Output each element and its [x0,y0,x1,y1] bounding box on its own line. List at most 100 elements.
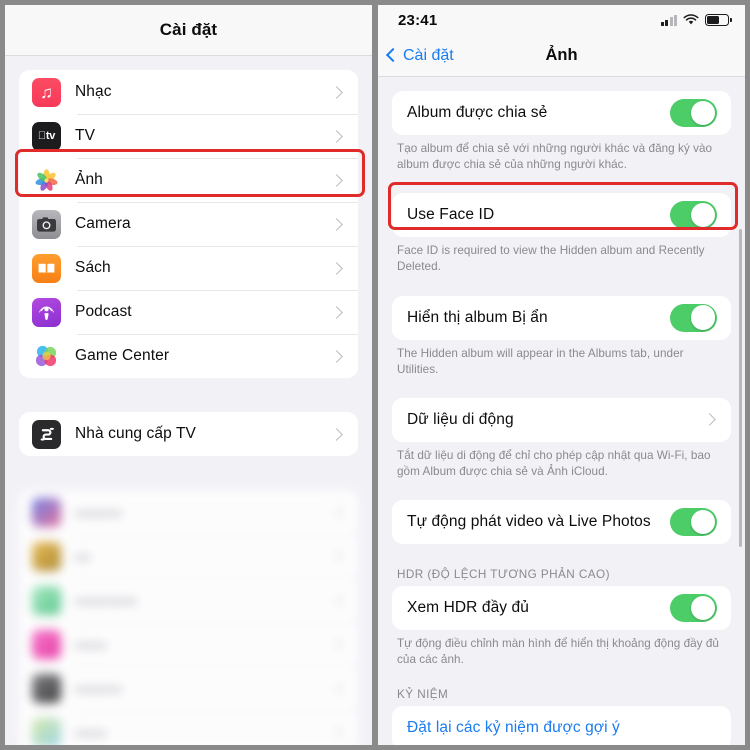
toggle-use-face-id[interactable] [670,201,717,230]
footnote-face-id: Face ID is required to view the Hidden a… [397,244,705,274]
list-item-label: ▬ [75,547,91,564]
settings-group-apps: ♫ Nhạc tv TV [19,70,358,378]
list-item-label: ▬▬▬ [75,679,122,696]
sidebar-item-label: Camera [75,215,131,232]
blurred-app-icon-2 [32,541,61,571]
photos-settings-scroll[interactable]: 23:41 Cài đặt Ảnh Album được chia sẻ Tạo… [378,5,745,745]
photos-settings-panel: 23:41 Cài đặt Ảnh Album được chia sẻ Tạo… [375,0,750,750]
footnote-shared-albums: Tạo album để chia sẻ với những người khá… [397,142,713,172]
card-mobile-data: Dữ liệu di động [392,397,731,442]
sidebar-item-game-center[interactable]: Game Center [19,334,358,378]
blurred-app-icon-4 [32,629,61,659]
books-icon [32,253,61,283]
sidebar-item-camera[interactable]: Camera [19,202,358,246]
wifi-icon [683,14,699,25]
list-item-label: ▬▬▬ [75,503,122,520]
row-reset-suggested-memories[interactable]: Đặt lại các kỷ niệm được gợi ý [392,706,731,745]
list-item[interactable]: ▬▬▬ [19,490,358,534]
toggle-knob [690,202,716,228]
settings-group-blurred[interactable]: ▬▬▬ ▬ ▬▬▬▬ ▬▬ ▬▬▬ ▬▬ [19,490,358,745]
blurred-app-icon-3 [32,585,61,615]
row-shared-albums[interactable]: Album được chia sẻ [392,91,731,135]
sidebar-item-books[interactable]: Sách [19,246,358,290]
sidebar-item-tv[interactable]: tv TV [19,114,358,158]
podcasts-icon [32,297,61,327]
section-header-hdr: HDR (ĐỘ LỆCH TƯƠNG PHẢN CAO) [397,568,610,582]
blurred-app-icon-6 [32,717,61,745]
row-mobile-data[interactable]: Dữ liệu di động [392,397,731,442]
sidebar-item-photos[interactable]: Ảnh [19,158,358,202]
row-view-full-hdr[interactable]: Xem HDR đầy đủ [392,586,731,631]
settings-list-scroll[interactable]: Cài đặt ♫ Nhạc tv TV [5,5,372,745]
footnote-mobile-data: Tắt dữ liệu di động để chỉ cho phép cập … [397,448,711,478]
row-label: Dữ liệu di động [407,410,514,428]
toggle-shared-albums[interactable] [670,99,717,127]
row-autoplay-video-live-photos[interactable]: Tự động phát video và Live Photos [392,500,731,545]
tv-provider-icon [32,419,61,449]
list-item-label: ▬▬ [75,635,107,652]
row-label: Đặt lại các kỷ niệm được gợi ý [407,719,620,737]
section-header-memories: KỶ NIỆM [397,688,449,702]
settings-content: Album được chia sẻ Tạo album để chia sẻ … [378,77,745,745]
sidebar-item-podcast[interactable]: Podcast [19,290,358,334]
row-label: Hiển thị album Bị ẩn [407,308,548,326]
chevron-right-icon [330,505,343,519]
status-indicators [660,14,732,26]
sidebar-item-tv-provider[interactable]: Nhà cung cấp TV [19,412,358,456]
chevron-right-icon [330,173,343,187]
card-face-id: Use Face ID [392,193,731,238]
toggle-knob [690,305,716,330]
music-icon: ♫ [32,77,61,107]
settings-group-tv-provider: Nhà cung cấp TV [19,412,358,456]
sidebar-item-label: Ảnh [75,171,103,188]
list-item[interactable]: ▬▬▬ [19,666,358,710]
sidebar-item-label: Nhà cung cấp TV [75,425,196,442]
chevron-right-icon [330,593,343,607]
chevron-right-icon [330,681,343,695]
toggle-knob [690,509,716,535]
toggle-view-full-hdr[interactable] [670,594,717,623]
game-center-icon [32,341,61,371]
chevron-right-icon [330,85,343,99]
toggle-show-hidden-album[interactable] [670,303,717,332]
photos-icon [32,165,61,195]
card-hdr: Xem HDR đầy đủ [392,586,731,631]
status-bar: 23:41 [378,5,745,35]
card-shared-albums: Album được chia sẻ [392,91,731,135]
chevron-right-icon [330,261,343,275]
footnote-hidden-album: The Hidden album will appear in the Albu… [397,346,684,376]
list-item[interactable]: ▬▬ [19,710,358,745]
sidebar-item-music[interactable]: ♫ Nhạc [19,70,358,114]
list-item[interactable]: ▬▬ [19,622,358,666]
settings-list-panel: Cài đặt ♫ Nhạc tv TV [0,0,375,750]
row-label: Album được chia sẻ [407,104,548,121]
chevron-right-icon [330,637,343,651]
sidebar-item-label: Sách [75,259,111,276]
card-autoplay: Tự động phát video và Live Photos [392,500,731,545]
chevron-right-icon [330,349,343,363]
toggle-knob [690,595,716,621]
footnote-hdr: Tự động điều chỉnh màn hình để hiển thị … [397,637,719,667]
list-item-label: ▬▬▬▬ [75,591,138,608]
chevron-right-icon [330,217,343,231]
row-label: Use Face ID [407,206,495,224]
photos-nav-bar: Cài đặt Ảnh [378,35,745,77]
row-use-face-id[interactable]: Use Face ID [392,193,731,238]
blurred-app-icon-1 [32,497,61,527]
chevron-right-icon [330,427,343,441]
list-item[interactable]: ▬▬▬▬ [19,578,358,622]
card-memories: Đặt lại các kỷ niệm được gợi ý [392,706,731,745]
sidebar-item-label: Nhạc [75,83,112,100]
status-time: 23:41 [398,11,438,29]
chevron-right-icon [330,549,343,563]
back-button[interactable]: Cài đặt [378,47,454,65]
row-show-hidden-album[interactable]: Hiển thị album Bị ẩn [392,295,731,340]
chevron-left-icon [385,47,401,63]
toggle-autoplay[interactable] [670,508,717,537]
list-item[interactable]: ▬ [19,534,358,578]
chevron-right-icon [330,129,343,143]
vertical-scrollbar[interactable] [739,229,742,547]
chevron-right-icon [330,305,343,319]
blurred-app-icon-5 [32,673,61,703]
signal-bars-icon [660,14,677,26]
